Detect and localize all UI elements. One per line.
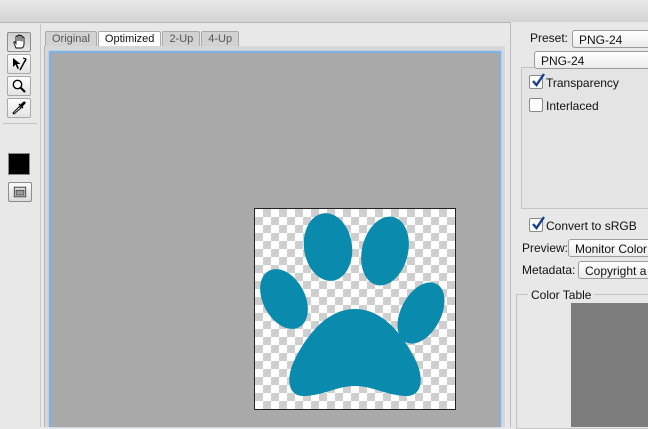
eyedropper-icon: [12, 101, 26, 115]
color-table-title: Color Table: [528, 288, 595, 302]
window-title-bar: [0, 0, 648, 23]
checkmark-icon: [532, 73, 545, 87]
preview-label: Preview:: [522, 241, 569, 255]
preset-select[interactable]: PNG-24: [572, 30, 648, 48]
slice-select-icon: [13, 57, 27, 71]
magnifier-icon: [12, 79, 26, 93]
eyedropper-tool-button[interactable]: [7, 98, 31, 118]
hand-icon: [13, 34, 25, 49]
view-tabs: Original Optimized 2-Up 4-Up: [45, 31, 240, 46]
transparency-label: Transparency: [546, 76, 619, 90]
tool-palette: [0, 24, 41, 427]
color-table-swatch-area[interactable]: [571, 303, 648, 427]
hand-tool-button[interactable]: [7, 32, 31, 52]
metadata-select[interactable]: Copyright a: [578, 261, 648, 279]
slices-visibility-icon: [13, 186, 27, 198]
metadata-label: Metadata:: [522, 263, 576, 277]
preview-select[interactable]: Monitor Color: [568, 239, 648, 257]
transparency-checkbox[interactable]: [529, 73, 545, 89]
tab-2-up[interactable]: 2-Up: [162, 31, 201, 46]
preset-label: Preset:: [530, 31, 569, 45]
interlaced-checkbox[interactable]: [529, 98, 543, 112]
paw-print-image: [260, 213, 445, 397]
checkmark-icon: [532, 216, 545, 230]
toggle-slices-visibility-button[interactable]: [8, 182, 32, 202]
toolbar-divider: [3, 123, 37, 124]
convert-srgb-label: Convert to sRGB: [546, 219, 637, 233]
tab-optimized[interactable]: Optimized: [97, 31, 162, 46]
convert-srgb-checkbox[interactable]: [529, 216, 545, 232]
slice-select-tool-button[interactable]: [7, 54, 31, 74]
tab-original[interactable]: Original: [45, 31, 97, 46]
image-preview[interactable]: [254, 208, 456, 410]
zoom-tool-button[interactable]: [7, 76, 31, 96]
tab-4-up[interactable]: 4-Up: [201, 31, 240, 46]
format-select[interactable]: PNG-24: [534, 51, 648, 69]
interlaced-label: Interlaced: [546, 99, 599, 113]
eyedropper-color-swatch[interactable]: [8, 153, 30, 175]
